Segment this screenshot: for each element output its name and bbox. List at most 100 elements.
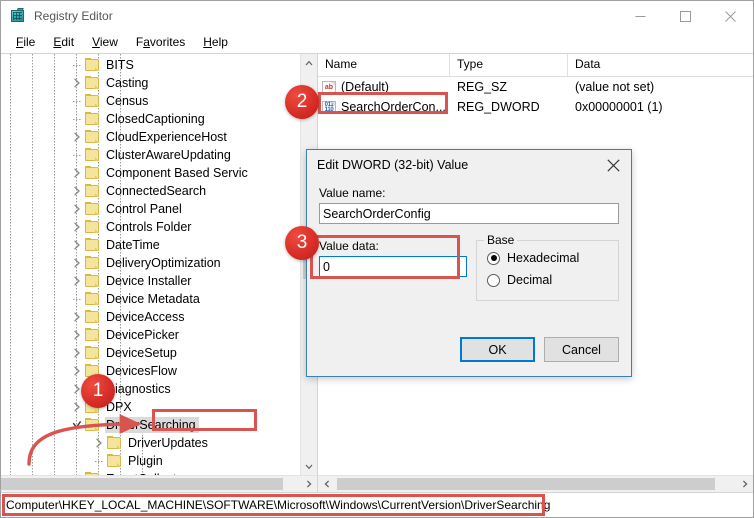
- tree-twisty-placeholder: [69, 92, 85, 110]
- tree-item-devicesetup[interactable]: DeviceSetup: [1, 344, 300, 362]
- tree-expand-chevron-icon[interactable]: [69, 200, 85, 218]
- registry-tree[interactable]: BITS Casting Census ClosedCaptioning CloudEx…: [1, 54, 300, 475]
- tree-item-driversearching[interactable]: DriverSearching: [1, 416, 300, 434]
- tree-item-label: DeliveryOptimization: [106, 256, 221, 270]
- radio-decimal-label: Decimal: [507, 273, 553, 287]
- ok-button[interactable]: OK: [460, 337, 535, 362]
- values-horizontal-scrollbar[interactable]: [318, 475, 753, 492]
- folder-icon: [85, 417, 100, 432]
- tree-horizontal-scrollbar[interactable]: [1, 475, 317, 492]
- tree-scroll-area: BITS Casting Census ClosedCaptioning CloudEx…: [1, 54, 317, 475]
- values-hscroll-left-button[interactable]: [318, 476, 335, 492]
- tree-item-casting[interactable]: Casting: [1, 74, 300, 92]
- tree-expand-chevron-icon[interactable]: [69, 254, 85, 272]
- radio-decimal-indicator[interactable]: [487, 273, 500, 287]
- tree-item-census[interactable]: Census: [1, 92, 300, 110]
- column-header-type[interactable]: Type: [450, 54, 568, 76]
- tree-expand-chevron-icon[interactable]: [69, 398, 85, 416]
- string-value-icon: ab: [322, 80, 336, 94]
- column-header-name[interactable]: Name: [318, 54, 450, 76]
- registry-path-text: Computer\HKEY_LOCAL_MACHINE\SOFTWARE\Mic…: [6, 498, 551, 512]
- tree-expand-chevron-icon[interactable]: [69, 218, 85, 236]
- value-data-cell: 0x00000001 (1): [575, 100, 663, 114]
- maximize-icon[interactable]: [663, 1, 708, 31]
- tree-item-label: DriverSearching: [105, 417, 199, 433]
- tree-twisty-placeholder: [91, 452, 107, 470]
- tree-item-driverupdates[interactable]: DriverUpdates: [1, 434, 300, 452]
- value-name-cell: ab (Default): [318, 80, 450, 94]
- values-hscroll-right-button[interactable]: [736, 476, 753, 492]
- folder-icon: [85, 201, 100, 216]
- folder-icon: [85, 237, 100, 252]
- tree-expand-chevron-icon[interactable]: [91, 434, 107, 452]
- tree-item-deviceaccess[interactable]: DeviceAccess: [1, 308, 300, 326]
- value-data-label: Value data:: [319, 239, 379, 253]
- tree-expand-chevron-icon[interactable]: [69, 182, 85, 200]
- tree-item-devicepicker[interactable]: DevicePicker: [1, 326, 300, 344]
- tree-scroll-down-button[interactable]: [301, 458, 317, 475]
- value-data-input[interactable]: [319, 256, 467, 277]
- tree-item-device-metadata[interactable]: Device Metadata: [1, 290, 300, 308]
- tree-item-control-panel[interactable]: Control Panel: [1, 200, 300, 218]
- status-bar: Computer\HKEY_LOCAL_MACHINE\SOFTWARE\Mic…: [1, 492, 753, 517]
- folder-icon: [85, 345, 100, 360]
- radio-hexadecimal[interactable]: Hexadecimal: [487, 247, 610, 269]
- tree-hscroll-thumb[interactable]: [1, 478, 283, 490]
- value-type-cell: REG_SZ: [457, 80, 508, 94]
- tree-item-label: CloudExperienceHost: [106, 130, 227, 144]
- tree-item-device-installer[interactable]: Device Installer: [1, 272, 300, 290]
- menu-bar: File Edit View Favorites Help: [1, 31, 753, 53]
- column-header-data[interactable]: Data: [568, 54, 753, 76]
- annotation-badge-2: 2: [285, 85, 319, 119]
- menu-view[interactable]: View: [83, 32, 127, 52]
- value-name-input[interactable]: [319, 203, 619, 224]
- tree-expand-chevron-icon[interactable]: [69, 128, 85, 146]
- tree-expand-chevron-icon[interactable]: [69, 272, 85, 290]
- tree-expand-chevron-icon[interactable]: [69, 326, 85, 344]
- radio-decimal[interactable]: Decimal: [487, 269, 610, 291]
- tree-expand-chevron-icon[interactable]: [69, 164, 85, 182]
- tree-expand-chevron-icon[interactable]: [69, 362, 85, 380]
- values-hscroll-thumb[interactable]: [337, 478, 715, 490]
- values-hscroll-track[interactable]: [335, 476, 736, 492]
- tree-expand-chevron-icon[interactable]: [69, 74, 85, 92]
- tree-expand-chevron-icon[interactable]: [69, 416, 85, 434]
- base-group-label: Base: [484, 233, 518, 247]
- tree-hscroll-track[interactable]: [1, 476, 300, 492]
- tree-item-datetime[interactable]: DateTime: [1, 236, 300, 254]
- tree-item-bits[interactable]: BITS: [1, 56, 300, 74]
- tree-expand-chevron-icon[interactable]: [69, 236, 85, 254]
- tree-item-controls-folder[interactable]: Controls Folder: [1, 218, 300, 236]
- value-row[interactable]: 011 110 SearchOrderCon... REG_DWORD 0x000000…: [318, 97, 753, 117]
- minimize-icon[interactable]: [618, 1, 663, 31]
- dialog-title: Edit DWORD (32-bit) Value: [317, 158, 469, 172]
- tree-twisty-placeholder: [69, 110, 85, 128]
- tree-item-component-based-servic[interactable]: Component Based Servic: [1, 164, 300, 182]
- folder-icon: [85, 327, 100, 342]
- tree-item-diagnostics[interactable]: Diagnostics: [1, 380, 300, 398]
- close-icon[interactable]: [595, 150, 631, 180]
- tree-item-deliveryoptimization[interactable]: DeliveryOptimization: [1, 254, 300, 272]
- tree-item-connectedsearch[interactable]: ConnectedSearch: [1, 182, 300, 200]
- tree-item-cloudexperiencehost[interactable]: CloudExperienceHost: [1, 128, 300, 146]
- menu-help[interactable]: Help: [194, 32, 237, 52]
- tree-item-clusterawareupdating[interactable]: ClusterAwareUpdating: [1, 146, 300, 164]
- tree-item-closedcaptioning[interactable]: ClosedCaptioning: [1, 110, 300, 128]
- value-row[interactable]: ab (Default) REG_SZ (value not set): [318, 77, 753, 97]
- tree-item-plugin[interactable]: Plugin: [1, 452, 300, 470]
- folder-icon: [85, 219, 100, 234]
- tree-item-devicesflow[interactable]: DevicesFlow: [1, 362, 300, 380]
- tree-scroll-up-button[interactable]: [301, 54, 317, 71]
- tree-hscroll-right-button[interactable]: [300, 476, 317, 492]
- tree-expand-chevron-icon[interactable]: [69, 344, 85, 362]
- tree-item-dpx[interactable]: DPX: [1, 398, 300, 416]
- menu-favorites[interactable]: Favorites: [127, 32, 194, 52]
- menu-file[interactable]: File: [7, 32, 44, 52]
- close-icon[interactable]: [708, 1, 753, 31]
- radio-hexadecimal-indicator[interactable]: [487, 251, 500, 265]
- cancel-button[interactable]: Cancel: [544, 337, 619, 362]
- menu-edit[interactable]: Edit: [44, 32, 83, 52]
- folder-icon: [85, 111, 100, 126]
- tree-item-label: ClusterAwareUpdating: [106, 148, 231, 162]
- tree-expand-chevron-icon[interactable]: [69, 308, 85, 326]
